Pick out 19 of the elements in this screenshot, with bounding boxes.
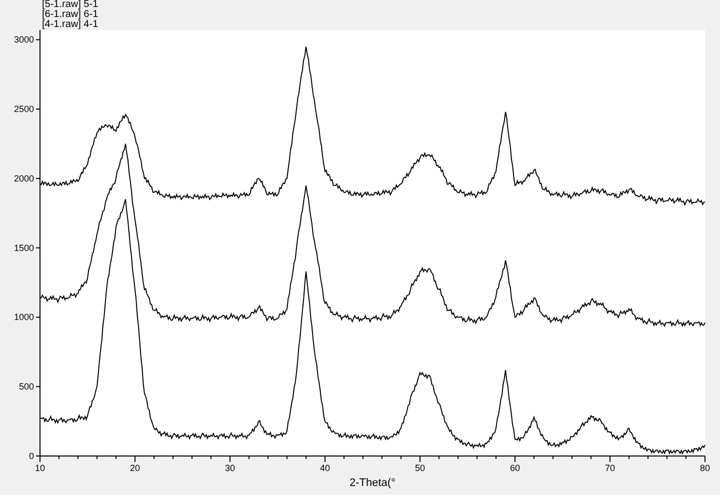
legend-item: [4-1.raw] 4-1 bbox=[42, 20, 100, 30]
y-tick-label: 2000 bbox=[14, 173, 34, 184]
x-tick-label: 10 bbox=[35, 463, 45, 473]
x-tick-label: 20 bbox=[130, 463, 140, 473]
legend-item: [6-1.raw] 6-1 bbox=[42, 10, 100, 20]
y-tick-label: 1500 bbox=[14, 242, 34, 253]
x-tick-label: 30 bbox=[225, 463, 235, 473]
x-tick-label: 40 bbox=[320, 463, 330, 473]
y-tick-label: 2500 bbox=[14, 104, 34, 114]
y-tick-label: 3000 bbox=[14, 34, 34, 45]
x-tick-label: 70 bbox=[605, 463, 615, 473]
legend-item: [5-1.raw] 5-1 bbox=[42, 0, 100, 10]
x-tick-label: 50 bbox=[415, 463, 425, 473]
y-tick-label: 0 bbox=[28, 451, 34, 461]
x-tick-label: 80 bbox=[700, 463, 710, 473]
y-tick-label: 500 bbox=[18, 382, 34, 392]
x-tick-label: 60 bbox=[510, 463, 520, 473]
y-tick-label: 1000 bbox=[14, 312, 34, 322]
x-axis-title: 2-Theta(° bbox=[350, 477, 396, 489]
